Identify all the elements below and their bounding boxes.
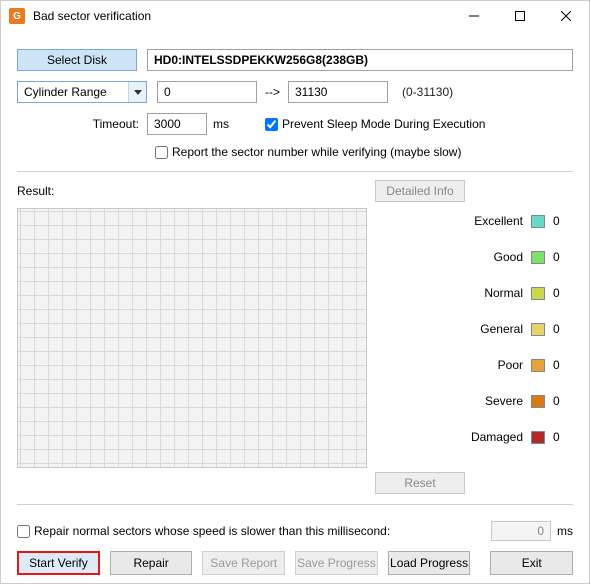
save-report-button: Save Report: [202, 551, 285, 575]
range-end-input[interactable]: [288, 81, 388, 103]
save-progress-button: Save Progress: [295, 551, 378, 575]
legend-row: General 0: [379, 322, 573, 336]
repair-ms-label: Repair normal sectors whose speed is slo…: [34, 524, 390, 538]
legend-swatch: [531, 395, 545, 408]
reset-button: Reset: [375, 472, 465, 494]
legend-swatch: [531, 431, 545, 444]
legend-count: 0: [553, 214, 573, 228]
load-progress-button[interactable]: Load Progress: [388, 551, 471, 575]
select-disk-button[interactable]: Select Disk: [17, 49, 137, 71]
legend-swatch: [531, 251, 545, 264]
repair-ms-value: [491, 521, 551, 541]
minimize-button[interactable]: [451, 1, 497, 31]
legend-swatch: [531, 323, 545, 336]
legend-name: Damaged: [379, 430, 523, 444]
timeout-label: Timeout:: [17, 117, 147, 131]
legend-row: Severe 0: [379, 394, 573, 408]
legend-row: Poor 0: [379, 358, 573, 372]
range-mode-select[interactable]: Cylinder Range: [17, 81, 147, 103]
exit-button[interactable]: Exit: [490, 551, 573, 575]
disk-field: HD0:INTELSSDPEKKW256G8(238GB): [147, 49, 573, 71]
legend-name: Poor: [379, 358, 523, 372]
timeout-input[interactable]: [147, 113, 207, 135]
range-hint: (0-31130): [402, 85, 453, 99]
result-label: Result:: [17, 184, 375, 198]
timeout-unit: ms: [213, 117, 229, 131]
chevron-down-icon: [128, 82, 146, 102]
prevent-sleep-label: Prevent Sleep Mode During Execution: [282, 117, 485, 131]
window-title: Bad sector verification: [33, 9, 451, 23]
legend-name: Normal: [379, 286, 523, 300]
legend-swatch: [531, 215, 545, 228]
report-sector-input[interactable]: [155, 146, 168, 159]
legend-name: Good: [379, 250, 523, 264]
report-sector-checkbox[interactable]: Report the sector number while verifying…: [155, 145, 461, 159]
range-arrow-label: -->: [265, 85, 280, 99]
separator: [17, 171, 573, 172]
legend-name: Excellent: [379, 214, 523, 228]
prevent-sleep-checkbox[interactable]: Prevent Sleep Mode During Execution: [265, 117, 485, 131]
legend-count: 0: [553, 286, 573, 300]
legend-count: 0: [553, 250, 573, 264]
repair-ms-checkbox[interactable]: Repair normal sectors whose speed is slo…: [17, 524, 390, 538]
close-button[interactable]: [543, 1, 589, 31]
legend-count: 0: [553, 322, 573, 336]
legend-swatch: [531, 359, 545, 372]
app-icon: G: [9, 8, 25, 24]
report-sector-label: Report the sector number while verifying…: [172, 145, 461, 159]
legend-row: Normal 0: [379, 286, 573, 300]
maximize-button[interactable]: [497, 1, 543, 31]
legend-count: 0: [553, 358, 573, 372]
window-controls: [451, 1, 589, 31]
content: Select Disk HD0:INTELSSDPEKKW256G8(238GB…: [1, 31, 589, 585]
legend-name: General: [379, 322, 523, 336]
window: G Bad sector verification Select Disk HD…: [0, 0, 590, 584]
sector-grid: [17, 208, 367, 468]
repair-ms-input[interactable]: [17, 525, 30, 538]
legend: Excellent0Good0Normal0General0Poor0Sever…: [379, 208, 573, 468]
detailed-info-button: Detailed Info: [375, 180, 465, 202]
range-start-input[interactable]: [157, 81, 257, 103]
repair-ms-unit: ms: [557, 524, 573, 538]
range-mode-label: Cylinder Range: [24, 85, 107, 99]
legend-count: 0: [553, 394, 573, 408]
legend-name: Severe: [379, 394, 523, 408]
repair-button[interactable]: Repair: [110, 551, 193, 575]
start-verify-button[interactable]: Start Verify: [17, 551, 100, 575]
titlebar[interactable]: G Bad sector verification: [1, 1, 589, 31]
legend-swatch: [531, 287, 545, 300]
legend-row: Excellent 0: [379, 214, 573, 228]
legend-count: 0: [553, 430, 573, 444]
prevent-sleep-input[interactable]: [265, 118, 278, 131]
legend-row: Good 0: [379, 250, 573, 264]
separator-2: [17, 504, 573, 505]
button-bar: Start Verify Repair Save Report Save Pro…: [17, 551, 573, 575]
legend-row: Damaged 0: [379, 430, 573, 444]
